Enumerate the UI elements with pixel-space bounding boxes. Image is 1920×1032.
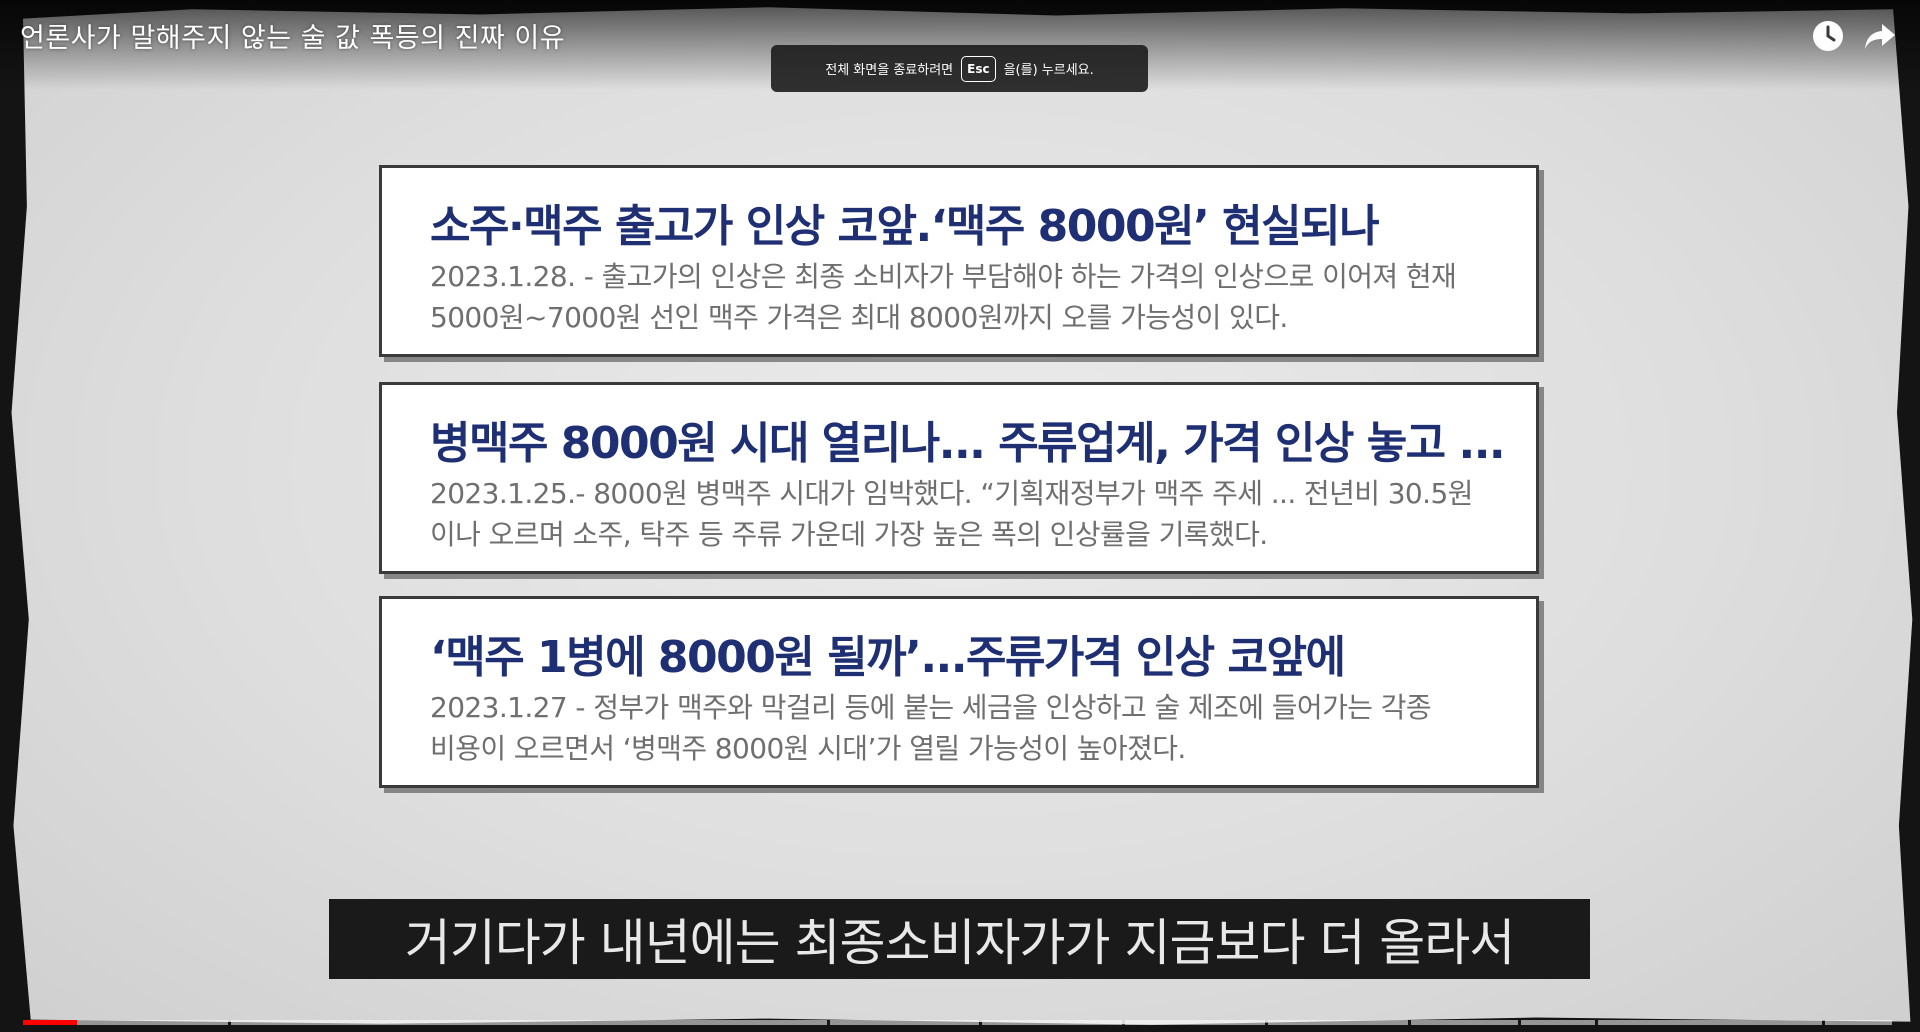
video-player[interactable]: 소주·맥주 출고가 인상 코앞.‘맥주 8000원’ 현실되나 2023.1.2… — [0, 0, 1920, 1032]
clock-icon[interactable] — [1810, 18, 1846, 54]
progress-chapter-segment[interactable] — [1267, 1020, 1408, 1025]
news-card-2: 병맥주 8000원 시대 열리나... 주류업계, 가격 인상 놓고 ... 2… — [379, 382, 1539, 574]
progress-bar[interactable] — [23, 1020, 1895, 1025]
progress-chapter-segment[interactable] — [982, 1020, 1123, 1025]
progress-chapter-segment[interactable] — [830, 1020, 980, 1025]
caption-box: 거기다가 내년에는 최종소비자가가 지금보다 더 올라서 — [329, 899, 1590, 979]
news-headline: 소주·맥주 출고가 인상 코앞.‘맥주 8000원’ 현실되나 — [430, 201, 1380, 252]
progress-chapter-segment[interactable] — [1598, 1020, 1822, 1025]
news-headline: 병맥주 8000원 시대 열리나... 주류업계, 가격 인상 놓고 ... — [430, 418, 1506, 469]
news-snippet: 2023.1.25.- 8000원 병맥주 시대가 임박했다. “기획재정부가 … — [430, 473, 1520, 555]
progress-chapter-segment[interactable] — [1125, 1020, 1265, 1025]
news-card-3: ‘맥주 1병에 8000원 될까’...주류가격 인상 코앞에 2023.1.2… — [379, 596, 1539, 788]
share-icon[interactable] — [1862, 18, 1898, 54]
news-snippet-line: 비용이 오르면서 ‘병맥주 8000원 시대’가 열릴 가능성이 높아졌다. — [430, 732, 1186, 765]
progress-chapter-segment[interactable] — [1410, 1020, 1518, 1025]
news-snippet: 2023.1.28. - 출고가의 인상은 최종 소비자가 부담해야 하는 가격… — [430, 256, 1520, 338]
news-snippet-line: 2023.1.27 - 정부가 맥주와 막걸리 등에 붙는 세금을 인상하고 술… — [430, 691, 1432, 724]
news-snippet-line: 2023.1.25.- 8000원 병맥주 시대가 임박했다. “기획재정부가 … — [430, 477, 1473, 510]
toast-text-after: 을(를) 누르세요. — [1003, 63, 1094, 78]
video-title[interactable]: 언론사가 말해주지 않는 술 값 폭등의 진짜 이유 — [20, 16, 565, 55]
news-headline: ‘맥주 1병에 8000원 될까’...주류가격 인상 코앞에 — [430, 632, 1346, 683]
progress-chapter-segment[interactable] — [1520, 1020, 1596, 1025]
news-snippet-line: 5000원~7000원 선인 맥주 가격은 최대 8000원까지 오를 가능성이… — [430, 301, 1288, 334]
exit-fullscreen-toast: 전체 화면을 종료하려면 Esc 을(를) 누르세요. — [771, 45, 1148, 92]
news-card-1: 소주·맥주 출고가 인상 코앞.‘맥주 8000원’ 현실되나 2023.1.2… — [379, 165, 1539, 357]
progress-chapter-segment[interactable] — [230, 1020, 828, 1025]
caption-text: 거기다가 내년에는 최종소비자가가 지금보다 더 올라서 — [404, 914, 1515, 972]
esc-key-badge: Esc — [961, 55, 996, 82]
progress-played — [23, 1020, 77, 1025]
toast-text-before: 전체 화면을 종료하려면 — [825, 63, 954, 78]
news-snippet: 2023.1.27 - 정부가 맥주와 막걸리 등에 붙는 세금을 인상하고 술… — [430, 687, 1520, 769]
news-snippet-line: 이나 오르며 소주, 탁주 등 주류 가운데 가장 높은 폭의 인상률을 기록했… — [430, 518, 1268, 551]
progress-chapter-segment[interactable] — [1824, 1020, 1892, 1025]
news-snippet-line: 2023.1.28. - 출고가의 인상은 최종 소비자가 부담해야 하는 가격… — [430, 260, 1457, 293]
